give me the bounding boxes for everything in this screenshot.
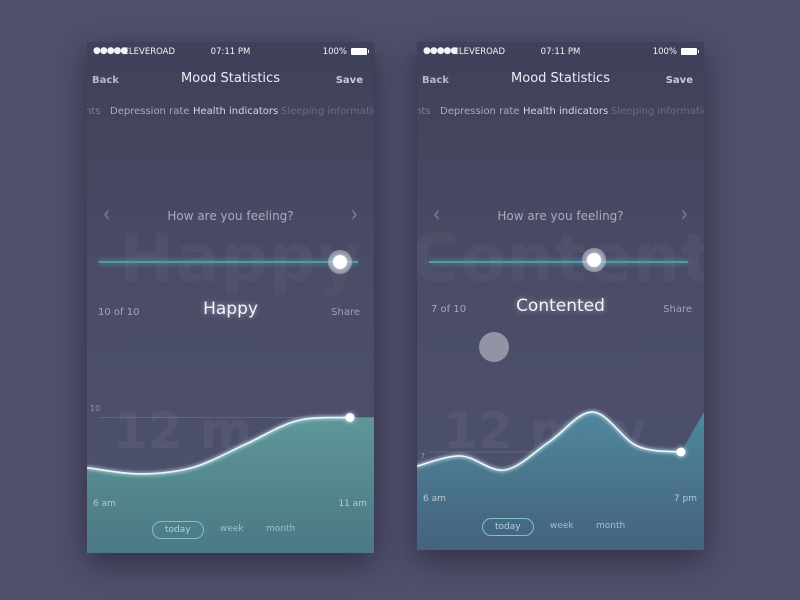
mood-slider-track[interactable] bbox=[99, 261, 358, 263]
x-axis-end-label: 11 am bbox=[338, 499, 367, 509]
status-bar: ●●●●● CLEVEROAD 07:11 PM 100% bbox=[87, 42, 374, 62]
tab-health-indicators[interactable]: Health indicators bbox=[193, 106, 278, 117]
phone-screen-happy: ●●●●● CLEVEROAD 07:11 PM 100% Back Mood … bbox=[87, 42, 374, 553]
x-axis-start-label: 6 am bbox=[93, 499, 116, 509]
tab-sleeping-information[interactable]: Sleeping informatio bbox=[611, 106, 704, 117]
chevron-right-icon[interactable]: › bbox=[681, 201, 688, 228]
share-button[interactable]: Share bbox=[331, 307, 360, 318]
mood-slider-knob[interactable] bbox=[328, 250, 352, 274]
category-tabs: nts Depression rate Health indicators Sl… bbox=[87, 106, 374, 122]
background-mood-word: Happy bbox=[119, 220, 361, 297]
battery-percent: 100% bbox=[652, 47, 677, 57]
period-week[interactable]: week bbox=[220, 521, 244, 537]
battery-percent: 100% bbox=[322, 47, 347, 57]
status-bar: ●●●●● CLEVEROAD 07:11 PM 100% bbox=[417, 42, 704, 62]
background-mood-word: Contented bbox=[417, 220, 704, 297]
save-button[interactable]: Save bbox=[336, 75, 363, 86]
mood-chart: 12 may 7 6 am 7 pm today week month bbox=[417, 387, 704, 550]
period-today[interactable]: today bbox=[152, 521, 204, 539]
tab-health-indicators[interactable]: Health indicators bbox=[523, 106, 608, 117]
page-title: Mood Statistics bbox=[181, 71, 280, 86]
tab-previous[interactable]: nts bbox=[417, 106, 430, 117]
period-today[interactable]: today bbox=[482, 518, 534, 536]
period-month[interactable]: month bbox=[596, 518, 625, 534]
period-selector: today week month bbox=[87, 521, 374, 539]
chevron-right-icon[interactable]: › bbox=[351, 201, 358, 228]
x-axis-end-label: 7 pm bbox=[673, 494, 697, 504]
phone-screen-contented: ●●●●● CLEVEROAD 07:11 PM 100% Back Mood … bbox=[417, 42, 704, 550]
battery-icon bbox=[681, 48, 699, 55]
period-selector: today week month bbox=[417, 518, 704, 536]
category-tabs: nts Depression rate Health indicators Sl… bbox=[417, 106, 704, 122]
y-reference-label: 7 bbox=[420, 452, 426, 461]
period-week[interactable]: week bbox=[550, 518, 574, 534]
chart-endpoint bbox=[676, 447, 686, 457]
question-label: How are you feeling? bbox=[497, 209, 624, 223]
mood-slider-knob[interactable] bbox=[582, 248, 606, 272]
page-title: Mood Statistics bbox=[511, 71, 610, 86]
touch-indicator bbox=[479, 332, 509, 362]
question-label: How are you feeling? bbox=[167, 209, 294, 223]
tab-previous[interactable]: nts bbox=[87, 106, 100, 117]
nav-bar: Back Mood Statistics Save bbox=[417, 68, 704, 92]
period-month[interactable]: month bbox=[266, 521, 295, 537]
nav-bar: Back Mood Statistics Save bbox=[87, 68, 374, 92]
share-button[interactable]: Share bbox=[663, 304, 692, 315]
tab-depression-rate[interactable]: Depression rate bbox=[440, 106, 519, 117]
mood-label: Contented bbox=[516, 296, 605, 316]
x-axis-start-label: 6 am bbox=[423, 494, 446, 504]
chart-endpoint bbox=[345, 412, 355, 422]
save-button[interactable]: Save bbox=[666, 75, 693, 86]
mood-chart: 12 m 10 6 am 11 am today week month bbox=[87, 387, 374, 553]
tab-sleeping-information[interactable]: Sleeping informatio bbox=[281, 106, 374, 117]
mood-slider-track[interactable] bbox=[429, 261, 688, 263]
y-reference-label: 10 bbox=[90, 404, 101, 413]
battery-icon bbox=[351, 48, 369, 55]
tab-depression-rate[interactable]: Depression rate bbox=[110, 106, 189, 117]
